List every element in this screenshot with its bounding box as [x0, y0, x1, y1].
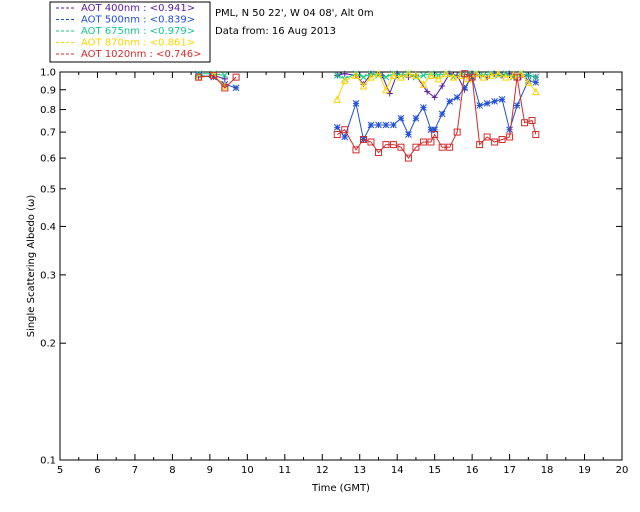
y-tick-label: 0.4: [40, 222, 56, 233]
legend-label: AOT 500nm : <0.839>: [81, 15, 195, 26]
legend-label: AOT 400nm : <0.941>: [81, 3, 195, 14]
x-tick-label: 11: [278, 465, 291, 476]
y-tick-label: 0.7: [40, 128, 56, 139]
series-group: [194, 69, 540, 162]
y-tick-label: 0.9: [40, 85, 56, 96]
data-point: [352, 100, 360, 107]
data-point: [390, 121, 397, 129]
x-tick-label: 8: [169, 465, 175, 476]
data-point: [513, 102, 521, 109]
data-point: [382, 121, 390, 129]
x-tick-label: 13: [353, 465, 366, 476]
x-tick-label: 20: [616, 465, 629, 476]
x-tick-label: 18: [541, 465, 554, 476]
series-4: [195, 70, 540, 162]
data-point: [532, 79, 540, 86]
y-tick-label: 0.1: [40, 456, 56, 467]
data-point: [221, 75, 228, 82]
data-point: [360, 73, 367, 81]
legend-label: AOT 870nm : <0.861>: [81, 38, 195, 49]
series-line: [198, 74, 237, 89]
chart: AOT 400nm : <0.941>AOT 500nm : <0.839>AO…: [26, 1, 628, 494]
data-point: [453, 94, 461, 101]
y-tick-label: 0.6: [40, 154, 56, 165]
x-tick-label: 9: [207, 465, 213, 476]
chart-header-date: Data from: 16 Aug 2013: [215, 26, 336, 37]
x-tick-label: 12: [316, 465, 329, 476]
y-tick-label: 0.5: [40, 184, 56, 195]
data-point: [367, 121, 375, 129]
series-1: [195, 72, 540, 143]
x-tick-label: 7: [132, 465, 138, 476]
series-line: [336, 73, 537, 100]
y-tick-label: 1.0: [40, 68, 56, 79]
y-tick-label: 0.8: [40, 105, 56, 116]
legend-label: AOT 1020nm : <0.746>: [81, 49, 201, 60]
data-point: [506, 126, 513, 134]
y-tick-label: 0.3: [40, 270, 56, 281]
legend: AOT 400nm : <0.941>AOT 500nm : <0.839>AO…: [49, 1, 211, 63]
y-tick-label: 0.2: [40, 339, 56, 350]
data-point: [341, 133, 349, 141]
x-tick-label: 10: [241, 465, 254, 476]
x-tick-label: 5: [57, 465, 63, 476]
y-axis-label: Single Scattering Albedo (ω): [26, 195, 37, 338]
data-point: [420, 104, 427, 111]
data-point: [375, 121, 382, 129]
legend-label: AOT 675nm : <0.979>: [81, 26, 195, 37]
data-point: [498, 96, 506, 103]
data-point: [412, 114, 420, 122]
x-tick-label: 6: [94, 465, 100, 476]
data-point: [446, 98, 454, 105]
data-point: [386, 90, 393, 97]
x-tick-label: 16: [466, 465, 479, 476]
data-point: [405, 131, 412, 138]
axis-ticks: 5 6 7 8 9 10 11 12 13 14 15 16 17 18 19 20 0.1 0.2 0.3 0.4 0…: [40, 68, 628, 477]
data-point: [439, 83, 446, 90]
x-tick-label: 17: [503, 465, 516, 476]
data-point: [483, 100, 491, 107]
data-point: [232, 84, 240, 92]
data-point: [476, 102, 483, 109]
plot-frame: [59, 71, 623, 461]
x-axis-label: Time (GMT): [311, 483, 370, 494]
x-tick-label: 14: [391, 465, 404, 476]
x-tick-label: 15: [428, 465, 441, 476]
data-point: [397, 114, 405, 122]
data-point: [438, 110, 446, 118]
chart-header-location: PML, N 50 22', W 04 08', Alt 0m: [215, 8, 374, 19]
x-tick-label: 19: [578, 465, 591, 476]
data-point: [491, 98, 498, 105]
data-point: [333, 124, 341, 131]
